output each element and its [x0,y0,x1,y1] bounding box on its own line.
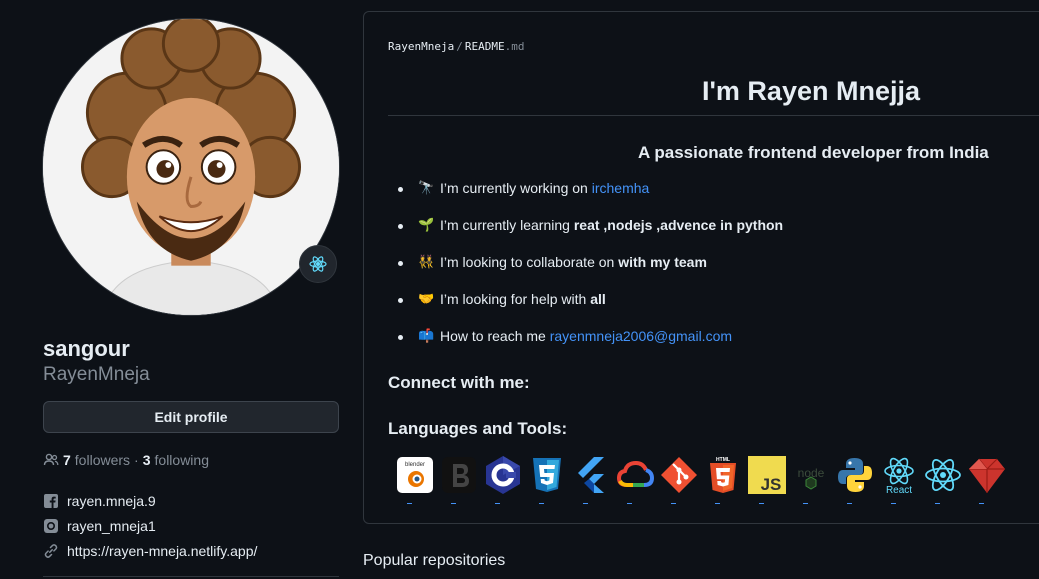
css3-icon[interactable] [527,455,567,504]
facebook-handle: rayen.mneja.9 [67,493,156,509]
sidebar-divider [43,576,339,577]
crumb-file[interactable]: README [465,40,505,53]
bullet-text: I’m currently learning [440,217,570,233]
following-count: 3 [142,452,151,468]
html5-icon[interactable]: HTML [703,455,743,504]
dancers-icon: 👯 [418,254,435,269]
link-icon [43,543,59,559]
tools-row: blender HTML JS node React [395,455,1007,504]
followers-label: followers [74,452,131,468]
seedling-icon: 🌱 [418,217,435,232]
readme-subtitle: A passionate frontend developer from Ind… [638,143,989,162]
website-link[interactable]: https://rayen-mneja.netlify.app/ [43,543,257,559]
react-icon[interactable]: React [879,455,919,504]
python-icon[interactable] [835,455,875,504]
crumb-user[interactable]: RayenMneja [388,40,454,53]
profile-login: RayenMneja [43,364,150,385]
connect-heading: Connect with me: [388,373,530,392]
project-link[interactable]: irchemha [592,180,650,196]
follow-separator: · [134,452,139,468]
bullet-bold: all [590,291,606,307]
nodejs-icon[interactable]: node [791,455,831,504]
email-link[interactable]: rayenmneja2006@gmail.com [550,328,732,344]
bullet-bold: reat ,nodejs ,advence in python [573,217,784,233]
c-language-icon[interactable] [483,455,523,504]
bullet-text: I’m looking to collaborate on [440,254,615,270]
status-badge[interactable] [299,245,337,283]
ruby-icon[interactable] [967,455,1007,504]
javascript-icon[interactable]: JS [747,455,787,504]
followers-count: 7 [63,452,71,468]
google-cloud-icon[interactable] [615,455,655,504]
react-icon[interactable] [923,455,963,504]
list-item: 🔭 I’m currently working on irchemha [388,180,783,217]
crumb-ext: .md [504,40,525,53]
social-facebook[interactable]: rayen.mneja.9 [43,493,156,509]
title-rule [388,115,1039,116]
svg-text:React: React [886,485,912,495]
instagram-handle: rayen_mneja1 [67,518,156,534]
flutter-icon[interactable] [571,455,611,504]
profile-sidebar: sangour RayenMneja Edit profile 7 follow… [0,0,350,579]
readme-panel: RayenMneja / README.md I'm Rayen Mnejja A … [363,11,1039,524]
bullet-text: I’m looking for help with [440,291,587,307]
avatar-illustration [43,19,339,315]
following-link[interactable]: 3 following [143,452,209,468]
svg-text:JS: JS [761,475,782,494]
list-item: 🤝 I’m looking for help with all [388,291,783,328]
mailbox-icon: 📫 [418,328,435,343]
popular-repositories-heading: Popular repositories [363,552,506,569]
profile-name: sangour [43,336,130,361]
website-url: https://rayen-mneja.netlify.app/ [67,543,258,559]
follow-stats: 7 followers · 3 following [43,452,209,468]
instagram-icon [43,518,59,534]
edit-profile-button[interactable]: Edit profile [43,401,339,433]
bullet-text: I’m currently working on [440,180,588,196]
telescope-icon: 🔭 [418,180,435,195]
readme-breadcrumb: RayenMneja / README.md [388,40,524,53]
profile-avatar[interactable] [42,18,340,316]
handshake-icon: 🤝 [418,291,435,306]
readme-bullet-list: 🔭 I’m currently working on irchemha 🌱 I’… [388,180,783,365]
blender-icon[interactable]: blender [395,455,435,504]
readme-title: I'm Rayen Mnejja [702,76,920,106]
followers-link[interactable]: 7 followers [63,452,130,468]
languages-heading: Languages and Tools: [388,419,568,438]
svg-text:HTML: HTML [716,457,730,463]
list-item: 🌱 I’m currently learning reat ,nodejs ,a… [388,217,783,254]
bullet-bold: with my team [618,254,707,270]
social-instagram[interactable]: rayen_mneja1 [43,518,156,534]
facebook-icon [43,493,59,509]
list-item: 👯 I’m looking to collaborate on with my … [388,254,783,291]
bullet-text: How to reach me [440,328,546,344]
people-icon [43,453,59,466]
list-item: 📫 How to reach me rayenmneja2006@gmail.c… [388,328,783,365]
bootstrap-icon[interactable] [439,455,479,504]
following-label: following [154,452,209,468]
react-status-icon [309,256,327,272]
crumb-separator: / [456,40,463,53]
svg-text:blender: blender [405,462,425,468]
git-icon[interactable] [659,455,699,504]
